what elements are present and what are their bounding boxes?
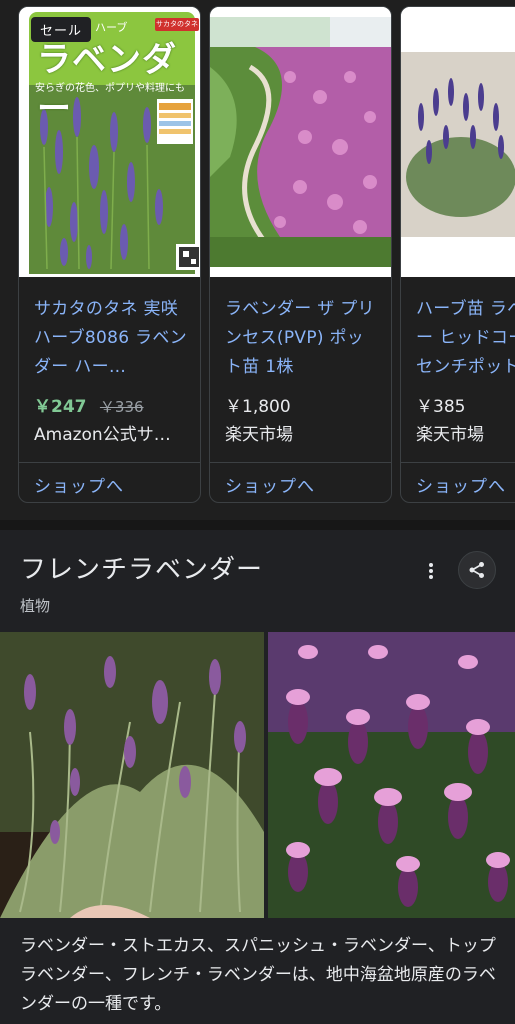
divider <box>210 462 391 463</box>
product-image[interactable] <box>401 7 515 277</box>
entity-description: ラベンダー・ストエカス、スパニッシュ・ラベンダー、トップラベンダー、フレンチ・ラ… <box>20 936 496 1014</box>
product-title[interactable]: サカタのタネ 実咲ハーブ8086 ラベンダー ハー… <box>34 295 188 382</box>
product-card[interactable]: セール ハーブ サカタのタネ ラベンダー 安らぎの花色、ポプリや料理にも サカタ… <box>18 6 201 503</box>
price-row: ￥1,800 <box>225 395 291 419</box>
product-card[interactable]: ラベンダー ザ プリンセス(PVP) ポット苗 1株 ￥1,800 楽天市場 シ… <box>209 6 392 503</box>
seller-name: 楽天市場 <box>225 425 293 445</box>
search-results-page: セール ハーブ サカタのタネ ラベンダー 安らぎの花色、ポプリや料理にも サカタ… <box>0 0 515 1024</box>
divider <box>401 462 515 463</box>
shopping-carousel[interactable]: セール ハーブ サカタのタネ ラベンダー 安らぎの花色、ポプリや料理にも サカタ… <box>0 0 515 520</box>
share-button[interactable] <box>458 551 496 589</box>
product-image[interactable]: セール ハーブ サカタのタネ ラベンダー 安らぎの花色、ポプリや料理にも <box>19 7 200 277</box>
price: ￥1,800 <box>225 397 291 417</box>
original-price: ￥336 <box>99 398 144 416</box>
shop-link[interactable]: ショップへ <box>34 475 124 499</box>
divider <box>19 462 200 463</box>
entity-subtitle: 植物 <box>20 597 51 615</box>
entity-title: フレンチラベンダー <box>20 555 264 585</box>
section-divider <box>0 520 515 530</box>
price-row: ￥385 <box>416 395 465 419</box>
price-row: ￥247 ￥336 <box>34 395 144 419</box>
seller-name: 楽天市場 <box>416 425 484 445</box>
price: ￥385 <box>416 397 466 417</box>
entity-image-gallery[interactable] <box>0 632 515 918</box>
entity-image[interactable] <box>268 632 515 918</box>
sale-price: ￥247 <box>34 397 87 417</box>
package-brand-logo: サカタのタネ <box>155 18 199 31</box>
seller-name: Amazon公式サ… <box>34 425 171 445</box>
product-card[interactable]: ハーブ苗 ラベンダー ヒッドコート 9センチポット ￥385 楽天市場 ショップ… <box>400 6 515 503</box>
entity-image[interactable] <box>0 632 264 918</box>
product-title[interactable]: ラベンダー ザ プリンセス(PVP) ポット苗 1株 <box>225 295 379 382</box>
package-caption: 安らぎの花色、ポプリや料理にも <box>35 83 185 94</box>
share-icon <box>469 562 484 578</box>
product-title[interactable]: ハーブ苗 ラベンダー ヒッドコート 9センチポット <box>416 295 515 382</box>
product-image[interactable] <box>210 7 391 277</box>
shop-link[interactable]: ショップへ <box>225 475 315 499</box>
shop-link[interactable]: ショップへ <box>416 475 506 499</box>
more-vert-icon[interactable] <box>418 558 444 584</box>
